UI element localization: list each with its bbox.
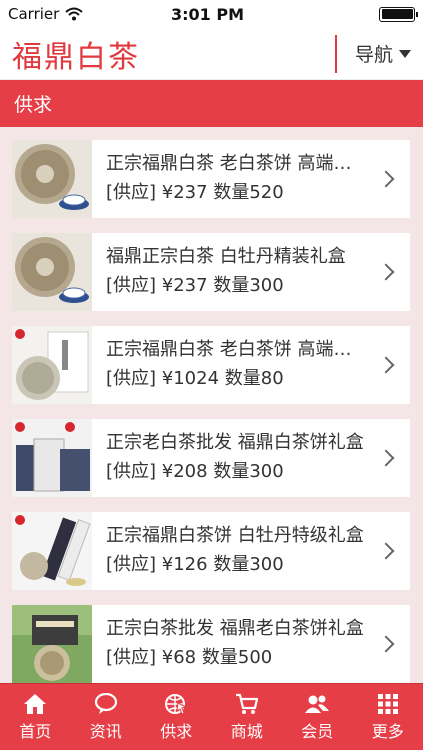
carrier-label: Carrier bbox=[8, 5, 60, 23]
product-type: [供应] bbox=[106, 182, 157, 203]
product-price: ¥126 bbox=[161, 554, 208, 575]
tab-label: 会员 bbox=[301, 721, 334, 741]
product-price: ¥237 bbox=[161, 275, 208, 296]
product-info: 正宗白茶批发 福鼎老白茶饼礼盒 [供应] ¥68 数量500 bbox=[92, 616, 380, 672]
caret-down-icon bbox=[399, 49, 411, 58]
tab-mall[interactable]: 商城 bbox=[212, 684, 283, 750]
app-title: 福鼎白茶 bbox=[12, 39, 140, 75]
wifi-icon bbox=[65, 7, 83, 21]
product-thumbnail bbox=[12, 326, 92, 404]
battery-fill bbox=[381, 9, 413, 19]
product-card[interactable]: 正宗福鼎白茶 老白茶饼 高端礼品 [供应] ¥1024 数量80 bbox=[12, 326, 410, 404]
product-card[interactable]: 正宗老白茶批发 福鼎白茶饼礼盒 [供应] ¥208 数量300 bbox=[12, 419, 410, 497]
status-right bbox=[255, 6, 418, 22]
product-info: 正宗福鼎白茶 老白茶饼 高端收藏 [供应] ¥237 数量520 bbox=[92, 151, 380, 207]
section-header: 供求 bbox=[0, 80, 423, 127]
section-title: 供求 bbox=[14, 94, 53, 116]
product-title: 正宗福鼎白茶 老白茶饼 高端礼品 bbox=[106, 339, 368, 360]
product-thumbnail bbox=[12, 233, 92, 311]
product-thumbnail bbox=[12, 605, 92, 683]
product-type: [供应] bbox=[106, 461, 157, 482]
product-thumbnail bbox=[12, 140, 92, 218]
tab-label: 商城 bbox=[230, 721, 263, 741]
product-meta: [供应] ¥237 数量300 bbox=[106, 272, 380, 300]
members-icon bbox=[305, 695, 330, 713]
tab-supply[interactable]: 供求 bbox=[141, 684, 212, 750]
status-bar: Carrier 3:01 PM bbox=[0, 0, 423, 28]
chevron-right-icon bbox=[377, 170, 395, 188]
home-icon bbox=[24, 693, 47, 714]
product-card[interactable]: 正宗福鼎白茶饼 白牡丹特级礼盒 [供应] ¥126 数量300 bbox=[12, 512, 410, 590]
status-time: 3:01 PM bbox=[170, 4, 244, 24]
product-card[interactable]: 正宗白茶批发 福鼎老白茶饼礼盒 [供应] ¥68 数量500 bbox=[12, 605, 410, 683]
product-card[interactable]: 福鼎正宗白茶 白牡丹精装礼盒 [供应] ¥237 数量300 bbox=[12, 233, 410, 311]
product-thumbnail bbox=[12, 512, 92, 590]
product-title: 正宗老白茶批发 福鼎白茶饼礼盒 bbox=[106, 432, 364, 453]
grid-icon bbox=[377, 693, 398, 714]
tab-home[interactable]: 首页 bbox=[0, 684, 71, 750]
product-title: 福鼎正宗白茶 白牡丹精装礼盒 bbox=[106, 246, 346, 267]
product-card[interactable]: 正宗福鼎白茶 老白茶饼 高端收藏 [供应] ¥237 数量520 bbox=[12, 140, 410, 218]
tab-label: 资讯 bbox=[89, 721, 122, 741]
product-meta: [供应] ¥208 数量300 bbox=[106, 458, 380, 486]
product-quantity: 数量300 bbox=[213, 275, 284, 296]
product-info: 正宗老白茶批发 福鼎白茶饼礼盒 [供应] ¥208 数量300 bbox=[92, 430, 380, 486]
product-quantity: 数量80 bbox=[224, 368, 284, 389]
product-type: [供应] bbox=[106, 275, 157, 296]
product-meta: [供应] ¥1024 数量80 bbox=[106, 365, 380, 393]
chevron-right-icon bbox=[377, 542, 395, 560]
tab-news[interactable]: 资讯 bbox=[71, 684, 142, 750]
battery-icon bbox=[379, 6, 418, 22]
header-divider bbox=[334, 34, 337, 73]
product-info: 正宗福鼎白茶 老白茶饼 高端礼品 [供应] ¥1024 数量80 bbox=[92, 337, 380, 393]
product-price: ¥237 bbox=[161, 182, 208, 203]
chevron-right-icon bbox=[377, 449, 395, 467]
product-quantity: 数量300 bbox=[213, 461, 284, 482]
tab-label: 首页 bbox=[19, 721, 52, 741]
tab-label: 供求 bbox=[160, 721, 193, 741]
product-quantity: 数量500 bbox=[201, 647, 273, 668]
product-price: ¥1024 bbox=[161, 368, 220, 389]
product-list[interactable]: 正宗福鼎白茶 老白茶饼 高端收藏 [供应] ¥237 数量520 福鼎正宗白茶 … bbox=[0, 127, 423, 683]
nav-label: 导航 bbox=[354, 44, 393, 66]
chat-bubble-icon bbox=[94, 692, 117, 714]
globe-cursor-icon bbox=[165, 693, 188, 715]
product-info: 福鼎正宗白茶 白牡丹精装礼盒 [供应] ¥237 数量300 bbox=[92, 244, 380, 300]
cart-icon bbox=[235, 693, 258, 714]
status-left: Carrier bbox=[8, 5, 168, 23]
tab-members[interactable]: 会员 bbox=[282, 684, 353, 750]
product-type: [供应] bbox=[106, 647, 157, 668]
tab-more[interactable]: 更多 bbox=[353, 684, 423, 750]
product-price: ¥208 bbox=[161, 461, 208, 482]
bottom-tab-bar: 首页 资讯 供求 商城 会员 更多 bbox=[0, 683, 423, 750]
product-type: [供应] bbox=[106, 554, 157, 575]
chevron-right-icon bbox=[377, 356, 395, 374]
product-title: 正宗福鼎白茶 老白茶饼 高端收藏 bbox=[106, 153, 368, 174]
product-quantity: 数量520 bbox=[213, 182, 284, 203]
product-thumbnail bbox=[12, 419, 92, 497]
product-quantity: 数量300 bbox=[213, 554, 284, 575]
product-meta: [供应] ¥126 数量300 bbox=[106, 551, 380, 579]
chevron-right-icon bbox=[377, 635, 395, 653]
product-type: [供应] bbox=[106, 368, 157, 389]
nav-menu-button[interactable]: 导航 bbox=[355, 40, 423, 67]
product-info: 正宗福鼎白茶饼 白牡丹特级礼盒 [供应] ¥126 数量300 bbox=[92, 523, 380, 579]
tab-label: 更多 bbox=[371, 721, 404, 741]
product-title: 正宗福鼎白茶饼 白牡丹特级礼盒 bbox=[106, 525, 364, 546]
product-meta: [供应] ¥68 数量500 bbox=[106, 644, 380, 672]
chevron-right-icon bbox=[377, 263, 395, 281]
product-title: 正宗白茶批发 福鼎老白茶饼礼盒 bbox=[106, 618, 364, 639]
product-price: ¥68 bbox=[161, 647, 197, 668]
product-meta: [供应] ¥237 数量520 bbox=[106, 179, 380, 207]
app-header: 福鼎白茶 导航 bbox=[0, 28, 423, 80]
